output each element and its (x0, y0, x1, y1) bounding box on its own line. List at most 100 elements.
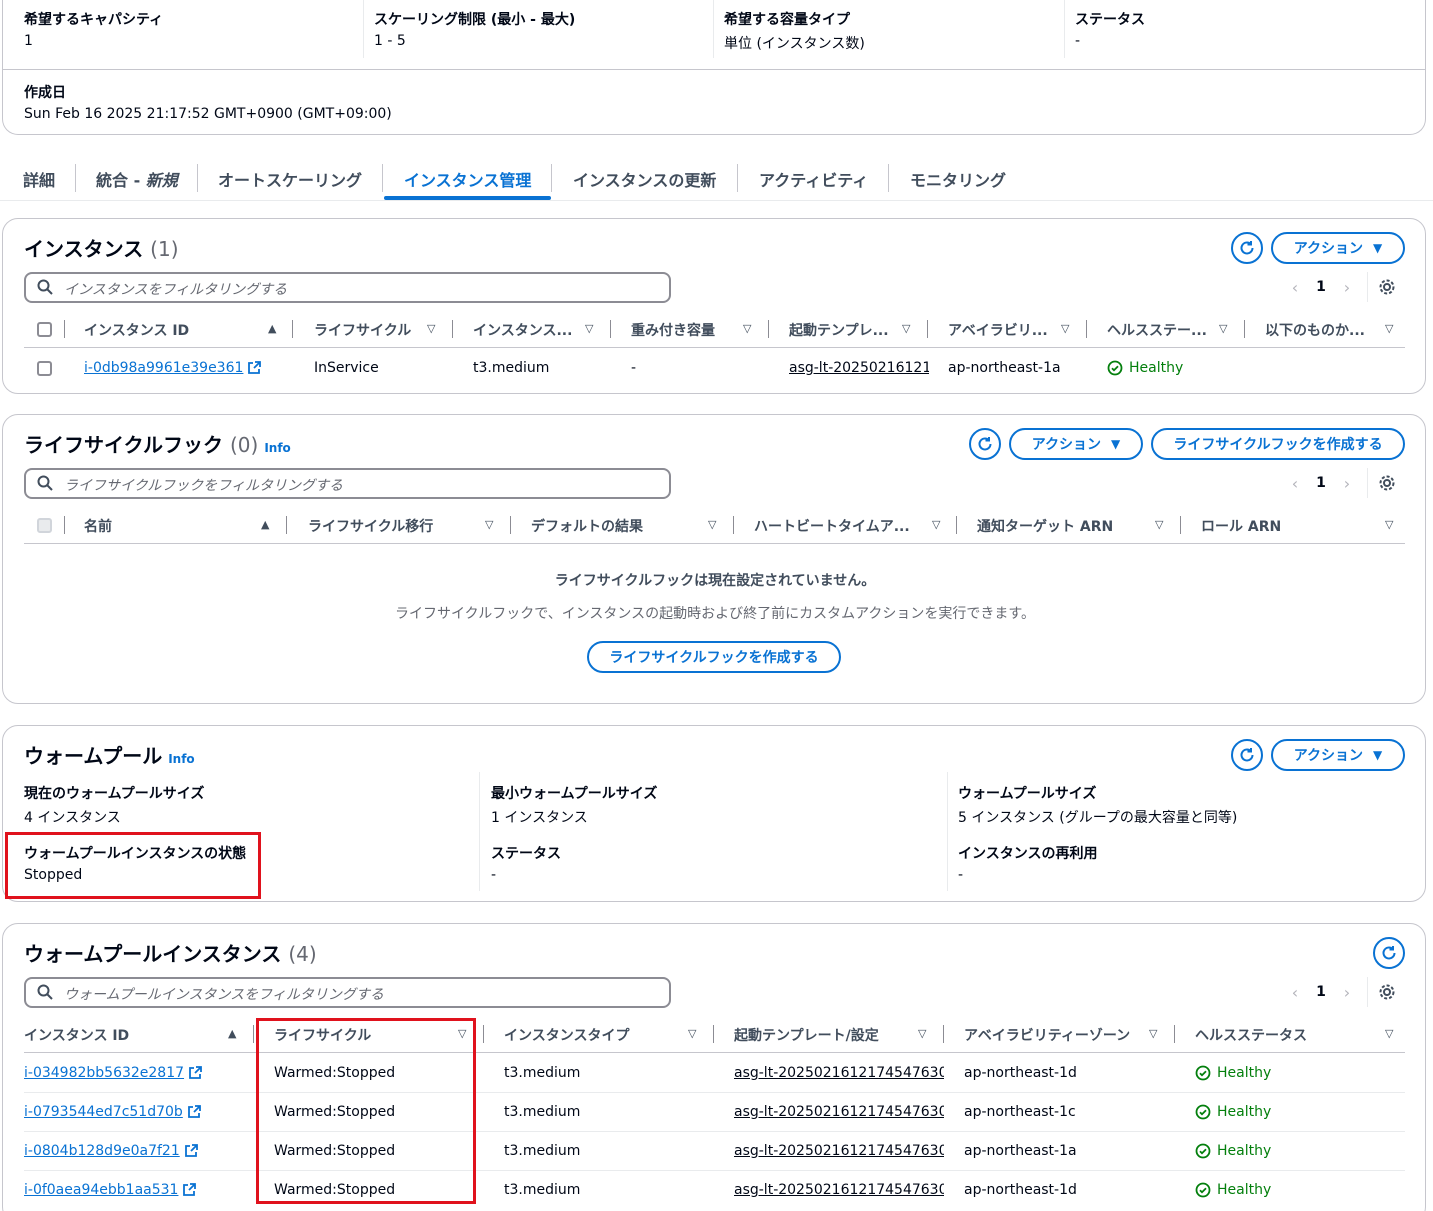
sort-desc-icon[interactable]: ▽ (1061, 322, 1069, 335)
tab-activity[interactable]: アクティビティ (759, 167, 868, 191)
col-health-status[interactable]: ヘルスステータス (1195, 1025, 1307, 1045)
col-notification-target[interactable]: 通知ターゲット ARN (977, 516, 1113, 536)
launch-template-link[interactable]: asg-lt-20250216121745476300( (734, 1143, 944, 1159)
col-launch-template[interactable]: 起動テンプレート/設定 (734, 1025, 879, 1045)
page-number[interactable]: 1 (1307, 984, 1335, 1000)
sort-desc-icon[interactable]: ▽ (485, 518, 493, 531)
settings-gear-icon[interactable] (1378, 278, 1396, 296)
sort-desc-icon[interactable]: ▽ (1149, 1027, 1157, 1040)
col-lifecycle-transition[interactable]: ライフサイクル移行 (308, 516, 433, 536)
info-link[interactable]: Info (264, 441, 290, 455)
launch-template-link[interactable]: asg-lt-20250216121745476300( (734, 1104, 944, 1120)
sort-desc-icon[interactable]: ▽ (1385, 518, 1393, 531)
warm-pool-instances-search-input[interactable]: ウォームプールインスタンスをフィルタリングする (24, 977, 671, 1008)
availability-zone-value: ap-northeast-1a (964, 1143, 1077, 1159)
empty-create-lifecycle-hook-button[interactable]: ライフサイクルフックを作成する (587, 641, 841, 673)
col-protected-from[interactable]: 以下のものか... (1265, 320, 1365, 340)
instance-type-value: t3.medium (504, 1143, 581, 1159)
sort-desc-icon[interactable]: ▽ (932, 518, 940, 531)
sort-desc-icon[interactable]: ▽ (1219, 322, 1227, 335)
settings-gear-icon[interactable] (1378, 983, 1396, 1001)
col-health-status[interactable]: ヘルスステー... (1107, 320, 1207, 340)
instances-search-input[interactable]: インスタンスをフィルタリングする (24, 272, 671, 303)
tab-instance-management[interactable]: インスタンス管理 (404, 167, 531, 191)
col-availability-zone[interactable]: アベイラビリティーゾーン (964, 1025, 1130, 1045)
tab-monitoring[interactable]: モニタリング (910, 167, 1006, 191)
tab-integrations[interactable]: 統合 - 新規 (96, 167, 178, 191)
col-lifecycle[interactable]: ライフサイクル (314, 320, 411, 340)
tab-details[interactable]: 詳細 (23, 167, 55, 191)
col-instance-type[interactable]: インスタンスタイプ (504, 1025, 629, 1045)
tab-integrations-new: 新規 (145, 171, 178, 190)
search-placeholder: ウォームプールインスタンスをフィルタリングする (64, 987, 384, 1003)
sort-asc-icon[interactable]: ▲ (261, 518, 269, 531)
sort-asc-icon[interactable]: ▲ (268, 322, 276, 335)
col-heartbeat-timeout[interactable]: ハートビートタイムア... (754, 516, 910, 536)
sort-desc-icon[interactable]: ▽ (743, 322, 751, 335)
check-circle-icon (1195, 1182, 1211, 1198)
external-link-icon (248, 361, 262, 374)
tab-autoscaling[interactable]: オートスケーリング (218, 167, 362, 191)
create-lifecycle-hook-button[interactable]: ライフサイクルフックを作成する (1151, 428, 1405, 460)
sort-desc-icon[interactable]: ▽ (427, 322, 435, 335)
sort-desc-icon[interactable]: ▽ (708, 518, 716, 531)
sort-desc-icon[interactable]: ▽ (918, 1027, 926, 1040)
launch-template-link[interactable]: asg-lt-20250216121745476300( (734, 1182, 944, 1198)
info-link[interactable]: Info (168, 752, 194, 766)
refresh-button[interactable] (1373, 937, 1405, 969)
lifecycle-search-input[interactable]: ライフサイクルフックをフィルタリングする (24, 468, 671, 499)
health-text: Healthy (1217, 1143, 1272, 1159)
sort-desc-icon[interactable]: ▽ (688, 1027, 696, 1040)
lifecycle-action-button[interactable]: アクション ▼ (1009, 428, 1143, 460)
caret-down-icon: ▼ (1373, 241, 1383, 255)
warm-pool-instances-title: ウォームプールインスタンス (4) (24, 938, 317, 967)
next-page-icon[interactable]: › (1335, 278, 1359, 297)
col-launch-template[interactable]: 起動テンプレ... (789, 320, 889, 340)
instance-id-link[interactable]: i-0804b128d9e0a7f21 (24, 1143, 198, 1159)
sort-asc-icon[interactable]: ▲ (228, 1027, 236, 1040)
refresh-button[interactable] (969, 428, 1001, 460)
row-checkbox[interactable] (37, 361, 52, 376)
col-default-result[interactable]: デフォルトの結果 (531, 516, 643, 536)
prev-page-icon[interactable]: ‹ (1283, 983, 1307, 1002)
column-divider (452, 320, 453, 338)
instance-id-link[interactable]: i-0db98a9961e39e361 (84, 360, 262, 376)
page-number[interactable]: 1 (1307, 279, 1335, 295)
instances-pagination: ‹ 1 › (1283, 272, 1396, 302)
next-page-icon[interactable]: › (1335, 983, 1359, 1002)
sort-desc-icon[interactable]: ▽ (1385, 1027, 1393, 1040)
col-instance-id[interactable]: インスタンス ID (84, 320, 189, 340)
col-instance-type[interactable]: インスタンス... (473, 320, 572, 340)
refresh-button[interactable] (1231, 232, 1263, 264)
column-divider (956, 516, 957, 534)
row-divider (24, 1092, 1405, 1093)
current-size-value: 4 インスタンス (24, 810, 121, 826)
launch-template-link[interactable]: asg-lt-202502161217 (789, 360, 929, 376)
sort-desc-icon[interactable]: ▽ (902, 322, 910, 335)
prev-page-icon[interactable]: ‹ (1283, 474, 1307, 493)
sort-desc-icon[interactable]: ▽ (1155, 518, 1163, 531)
instance-id-link[interactable]: i-0793544ed7c51d70b (24, 1104, 201, 1120)
page-number[interactable]: 1 (1307, 475, 1335, 491)
col-role-arn[interactable]: ロール ARN (1201, 516, 1281, 536)
instances-action-button[interactable]: アクション ▼ (1271, 232, 1405, 264)
col-availability-zone[interactable]: アベイラビリ... (948, 320, 1048, 340)
sort-desc-icon[interactable]: ▽ (1385, 322, 1393, 335)
instance-id-link[interactable]: i-0f0aea94ebb1aa531 (24, 1182, 197, 1198)
refresh-button[interactable] (1231, 739, 1263, 771)
select-all-checkbox[interactable] (37, 322, 52, 337)
launch-template-link[interactable]: asg-lt-20250216121745476300( (734, 1065, 944, 1081)
next-page-icon[interactable]: › (1335, 474, 1359, 493)
tab-instance-refresh[interactable]: インスタンスの更新 (573, 167, 716, 191)
warm-pool-action-button[interactable]: アクション ▼ (1271, 739, 1405, 771)
instance-reuse-label: インスタンスの再利用 (958, 846, 1098, 862)
col-weighted-capacity[interactable]: 重み付き容量 (631, 320, 715, 340)
warm-pool-status-value: - (491, 867, 497, 883)
col-instance-id[interactable]: インスタンス ID (24, 1025, 129, 1045)
instance-id-link[interactable]: i-034982bb5632e2817 (24, 1065, 202, 1081)
settings-gear-icon[interactable] (1378, 474, 1396, 492)
health-text: Healthy (1129, 360, 1184, 376)
col-name[interactable]: 名前 (84, 516, 112, 536)
sort-desc-icon[interactable]: ▽ (585, 322, 593, 335)
prev-page-icon[interactable]: ‹ (1283, 278, 1307, 297)
